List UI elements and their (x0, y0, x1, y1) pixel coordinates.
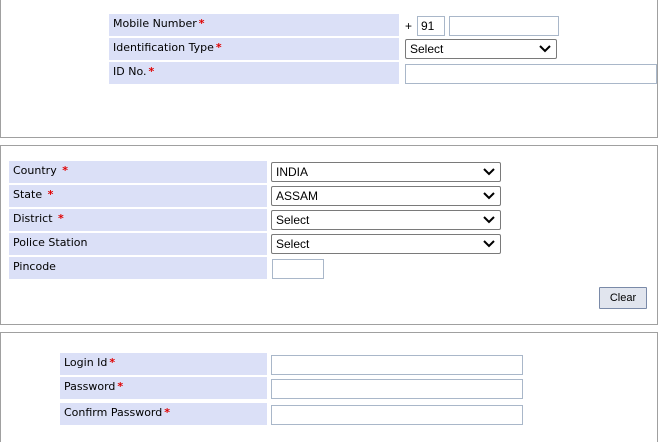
identification-type-select[interactable]: Select (405, 39, 557, 59)
police-station-label: Police Station (9, 233, 267, 255)
state-label: State * (9, 185, 267, 207)
police-station-select[interactable]: Select (271, 234, 501, 254)
identification-type-label-text: Identification Type (113, 41, 214, 54)
chevron-down-icon (483, 168, 495, 176)
login-panel: Login Id * Password * Confirm Password * (0, 332, 658, 442)
district-selected: Select (276, 213, 310, 227)
id-no-label: ID No. * (109, 62, 399, 84)
country-select[interactable]: INDIA (271, 162, 501, 182)
required-star: * (62, 164, 68, 177)
confirm-password-label: Confirm Password * (60, 403, 267, 425)
mobile-number-label-text: Mobile Number (113, 17, 197, 30)
pincode-label: Pincode (9, 257, 267, 279)
address-panel: Country * INDIA State * ASSAM District *… (0, 145, 658, 325)
district-select[interactable]: Select (271, 210, 501, 230)
required-star: * (148, 65, 155, 78)
state-select[interactable]: ASSAM (271, 186, 501, 206)
chevron-down-icon (539, 45, 551, 53)
login-id-label: Login Id * (60, 353, 267, 375)
clear-button[interactable]: Clear (599, 287, 647, 309)
state-label-text: State (13, 188, 43, 201)
country-label: Country * (9, 161, 267, 183)
country-code-input[interactable]: 91 (417, 16, 445, 36)
identification-type-label: Identification Type * (109, 38, 399, 60)
police-station-selected: Select (276, 237, 310, 251)
chevron-down-icon (483, 240, 495, 248)
country-label-text: Country (13, 164, 57, 177)
chevron-down-icon (483, 216, 495, 224)
chevron-down-icon (483, 192, 495, 200)
required-star: * (47, 188, 54, 201)
password-input[interactable] (271, 379, 523, 399)
country-code-plus: + (405, 19, 413, 33)
password-label-text: Password (64, 380, 116, 393)
login-id-label-text: Login Id (64, 356, 108, 369)
mobile-number-input[interactable] (449, 16, 559, 36)
state-selected: ASSAM (276, 189, 319, 203)
password-label: Password * (60, 377, 267, 399)
identification-type-selected: Select (410, 42, 444, 56)
district-label-text: District (13, 212, 53, 225)
contact-panel: Mobile Number * + 91 Identification Type *… (0, 0, 658, 138)
pincode-input[interactable] (272, 259, 324, 279)
district-label: District * (9, 209, 267, 231)
country-selected: INDIA (276, 165, 309, 179)
required-star: * (117, 380, 124, 393)
required-star: * (58, 212, 64, 225)
required-star: * (164, 406, 170, 419)
confirm-password-label-text: Confirm Password (64, 406, 163, 419)
police-station-label-text: Police Station (13, 236, 88, 249)
id-no-label-text: ID No. (113, 65, 147, 78)
required-star: * (198, 17, 205, 30)
login-id-input[interactable] (271, 355, 523, 375)
required-star: * (215, 41, 222, 54)
mobile-number-label: Mobile Number * (109, 14, 399, 36)
required-star: * (109, 356, 116, 369)
pincode-label-text: Pincode (13, 260, 56, 273)
id-no-input[interactable] (405, 64, 657, 84)
confirm-password-input[interactable] (271, 405, 523, 425)
